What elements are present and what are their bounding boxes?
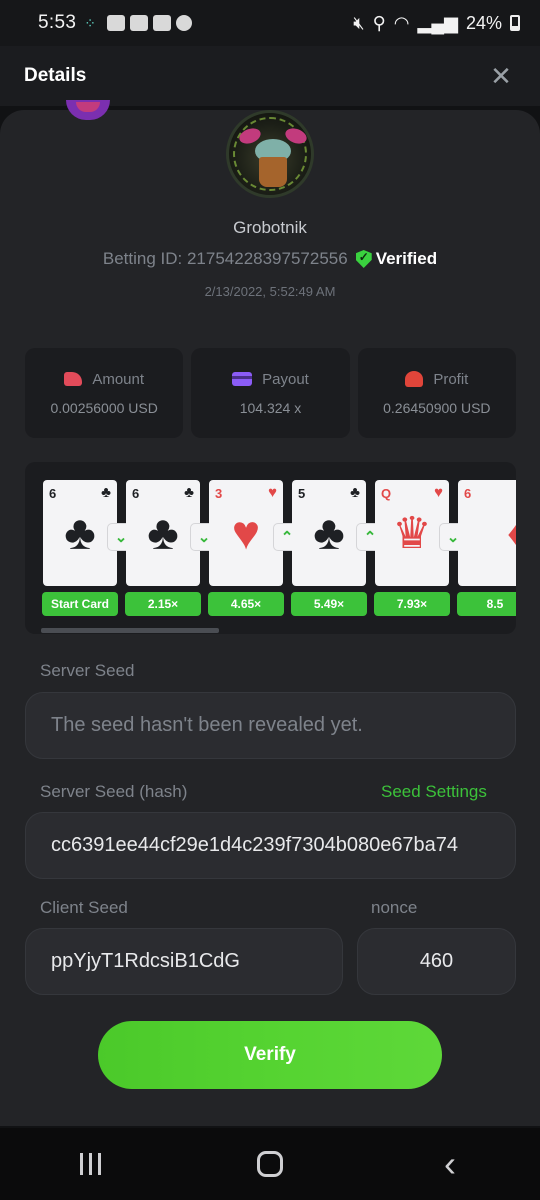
server-seed-label: Server Seed: [40, 661, 135, 680]
betting-id: Betting ID: 21754228397572556: [102, 249, 348, 268]
home-icon[interactable]: [240, 1139, 300, 1189]
card-suit-small: ♥: [268, 484, 277, 501]
playing-card: 5 ♣ ♣: [292, 480, 366, 586]
verify-button[interactable]: Verify: [98, 1021, 442, 1089]
app-notification-icon: ⁘: [84, 15, 96, 31]
multiplier-badge: 8.5: [457, 592, 516, 616]
club-icon: ♣: [147, 507, 179, 560]
stat-value: 0.00256000 USD: [50, 399, 158, 416]
playing-card: 6 ♦: [458, 480, 516, 586]
stats-row: Amount 0.00256000 USD Payout 104.324 x P…: [25, 348, 516, 438]
server-seed-field[interactable]: The seed hasn't been revealed yet.: [25, 692, 516, 759]
header: Details ✕: [0, 46, 540, 106]
card-suit-small: ♣: [184, 484, 194, 501]
nonce-label: nonce: [371, 898, 418, 917]
avatar: [226, 110, 314, 198]
multiplier-badge: 4.65×: [208, 592, 284, 616]
verified-badge: Verified: [355, 249, 438, 269]
profit-icon: [405, 371, 424, 387]
card-rank: 3: [215, 486, 223, 501]
horizontal-scrollbar[interactable]: [41, 628, 219, 633]
close-icon[interactable]: ✕: [486, 61, 516, 91]
app-notification-icon: [176, 15, 193, 31]
seed-settings-link[interactable]: Seed Settings: [381, 782, 487, 802]
system-nav-bar: ‹: [0, 1128, 540, 1200]
app-notification-icon: [107, 15, 126, 31]
playing-card: 6 ♣ ♣: [126, 480, 200, 586]
client-seed-field[interactable]: ppYjyT1RdcsiB1CdG: [25, 928, 343, 995]
status-left: 5:53 ⁘: [38, 12, 193, 34]
card-rank: Q: [381, 486, 392, 501]
stat-header: Amount: [64, 371, 144, 388]
mute-icon: 🔇︎: [353, 12, 365, 33]
playing-card: 3 ♥ ♥: [209, 480, 283, 586]
card-suit-small: ♣: [350, 484, 360, 501]
club-icon: ♣: [313, 507, 345, 560]
status-right: 🔇︎ ⚲ ◠ ▂▄▆ 24%: [353, 13, 520, 34]
stat-value: 104.324 x: [239, 399, 302, 416]
timestamp: 2/13/2022, 5:52:49 AM: [204, 284, 336, 299]
server-seed-hash-field[interactable]: cc6391ee44cf29e1d4c239f7304b080e67ba74: [25, 812, 516, 879]
app-notification-icon: [153, 15, 172, 31]
amount-icon: [64, 372, 83, 386]
stat-label: Payout: [262, 370, 309, 388]
stat-header: Profit: [405, 371, 468, 388]
client-seed-label: Client Seed: [40, 898, 128, 917]
queen-face-icon: ♛: [392, 509, 432, 558]
multiplier-badge: 2.15×: [125, 592, 201, 616]
card-rank: 5: [298, 486, 306, 501]
stat-payout: Payout 104.324 x: [191, 348, 350, 438]
battery-level: 24%: [465, 12, 502, 33]
battery-icon: [510, 15, 520, 31]
playing-card: Q ♥ ♛: [375, 480, 449, 586]
shield-check-icon: [355, 250, 372, 268]
card-rank: 6: [132, 486, 140, 501]
status-time: 5:53: [38, 12, 77, 33]
stat-profit: Profit 0.26450900 USD: [357, 348, 516, 438]
verified-label: Verified: [375, 249, 438, 268]
playing-card: 6 ♣ ♣: [43, 480, 117, 586]
multiplier-badge: 7.93×: [374, 592, 450, 616]
status-bar: 5:53 ⁘ 🔇︎ ⚲ ◠ ▂▄▆ 24%: [0, 0, 540, 46]
recent-apps-icon[interactable]: [60, 1139, 120, 1189]
card-history-strip[interactable]: 6 ♣ ♣ Start Card ⌄ 6 ♣ ♣ 2.15× ⌄ 3 ♥ ♥ 4…: [25, 462, 516, 634]
multiplier-badge: 5.49×: [291, 592, 367, 616]
card-suit-small: ♣: [101, 484, 111, 501]
location-icon: ⚲: [372, 12, 386, 33]
home-ring: [257, 1151, 283, 1177]
server-seed-hash-label: Server Seed (hash): [40, 782, 188, 801]
card-rank: 6: [464, 486, 472, 501]
stat-label: Profit: [433, 370, 469, 388]
stat-amount: Amount 0.00256000 USD: [25, 348, 184, 438]
nonce-field[interactable]: 460: [357, 928, 516, 995]
back-chevron: ‹: [444, 1143, 456, 1184]
wifi-icon: ◠: [393, 12, 410, 33]
betting-id-row: Betting ID: 21754228397572556 Verified: [0, 249, 540, 269]
wallet-icon: [232, 372, 253, 386]
card-suit-small: ♥: [434, 484, 443, 501]
recent-apps-bars: [79, 1153, 101, 1175]
stat-value: 0.26450900 USD: [383, 399, 491, 416]
multiplier-badge: Start Card: [42, 592, 118, 616]
heart-icon: ♥: [231, 507, 261, 560]
avatar-decoration: [259, 157, 287, 187]
stat-label: Amount: [92, 370, 145, 388]
diamond-icon: ♦: [482, 506, 516, 562]
notification-icons: ⁘: [84, 15, 193, 31]
signal-icon: ▂▄▆: [417, 12, 458, 33]
club-icon: ♣: [64, 507, 96, 560]
back-icon[interactable]: ‹: [420, 1139, 480, 1189]
gmail-icon: [130, 15, 149, 31]
page-title: Details: [24, 65, 87, 86]
stat-header: Payout: [232, 371, 309, 388]
username: Grobotnik: [233, 218, 307, 237]
card-rank: 6: [49, 486, 57, 501]
